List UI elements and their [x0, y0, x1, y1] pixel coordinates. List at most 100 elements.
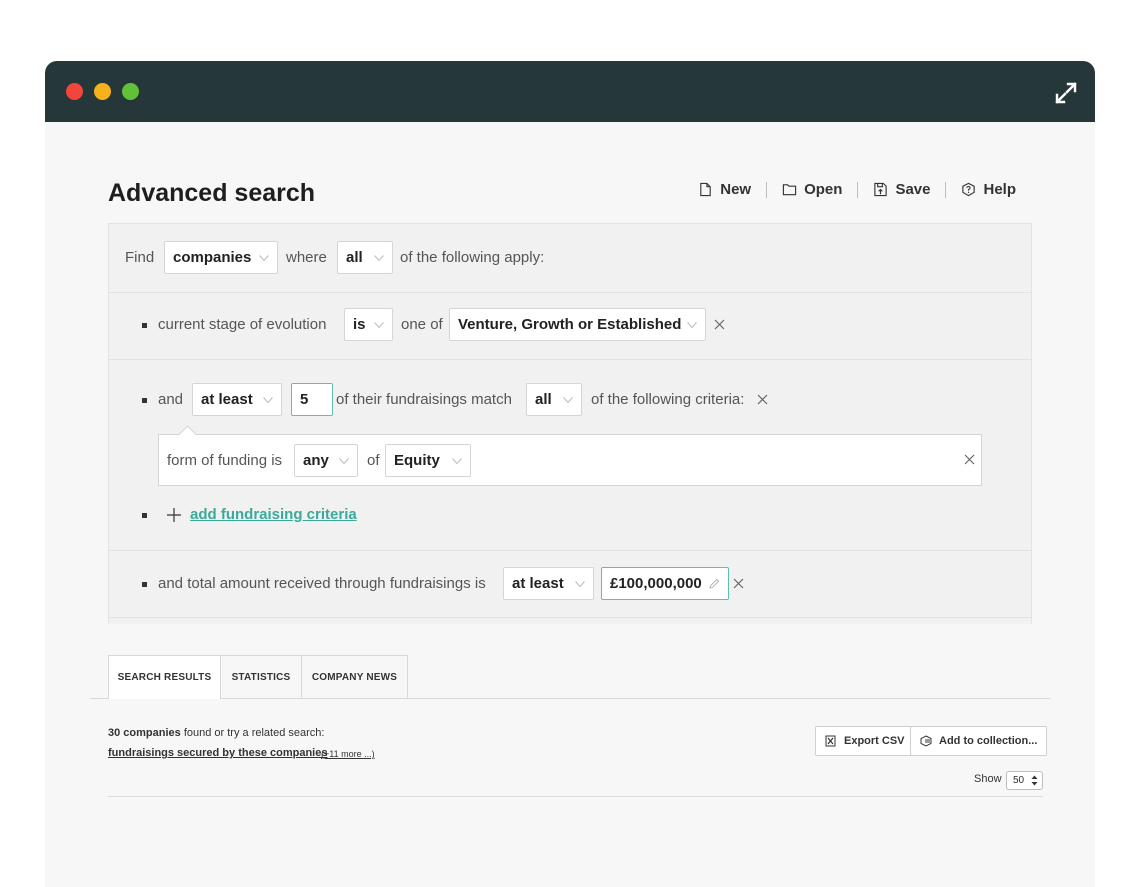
one-of-label: one of [401, 316, 443, 333]
chevron-down-icon [374, 321, 384, 328]
chevron-down-icon [687, 321, 697, 328]
fundraising-count-input[interactable]: 5 [291, 383, 333, 416]
fundraising-comparator-select[interactable]: at least [192, 383, 282, 416]
show-label: Show [974, 773, 1002, 785]
stage-operator-value: is [353, 316, 366, 333]
fundraising-quantifier-value: all [535, 391, 552, 408]
toolbar-divider [945, 181, 947, 198]
stage-criterion-row: current stage of evolution is one of Ven… [109, 292, 1031, 360]
toolbar: New Open Save Help [698, 181, 1016, 198]
more-related-searches-link[interactable]: (+11 more ...) [321, 749, 375, 759]
window-titlebar [45, 61, 1095, 122]
open-button[interactable]: Open [782, 181, 842, 198]
funding-quantifier-select[interactable]: any [294, 444, 358, 477]
criteria-panel: Find companies where all of the followin… [108, 223, 1032, 624]
close-window-button[interactable] [66, 83, 83, 100]
zoom-window-button[interactable] [122, 83, 139, 100]
fundraising-match-label: of their fundraisings match [336, 391, 512, 408]
chevron-down-icon [339, 457, 349, 464]
stage-value-select[interactable]: Venture, Growth or Established [449, 308, 706, 341]
fundraising-criterion-row: and at least 5 of their fundraisings mat… [109, 359, 1031, 551]
stage-operator-select[interactable]: is [344, 308, 393, 341]
fundraising-comparator-value: at least [201, 391, 253, 408]
help-button[interactable]: Help [961, 181, 1016, 198]
chevron-down-icon [452, 457, 462, 464]
funding-value: Equity [394, 452, 440, 469]
chevron-down-icon [374, 254, 384, 261]
results-found-text: found or try a related search: [180, 727, 325, 739]
list-bullet [142, 323, 147, 328]
fundraising-subcriteria-box: form of funding is any of Equity [158, 425, 982, 486]
select-arrows-icon [1031, 775, 1038, 786]
remove-funding-subcriterion-icon[interactable] [964, 454, 975, 465]
list-bullet [142, 513, 147, 518]
folder-icon [782, 184, 797, 196]
pencil-icon [709, 578, 720, 589]
results-count: 30 companies [108, 727, 181, 739]
list-bullet [142, 398, 147, 403]
toolbar-divider [766, 181, 768, 198]
toolbar-divider [857, 181, 859, 198]
collection-icon [920, 735, 932, 747]
funding-of-label: of [367, 452, 380, 469]
export-csv-icon [825, 735, 836, 747]
export-csv-label: Export CSV [844, 735, 905, 747]
funding-form-label: form of funding is [167, 452, 283, 469]
save-label: Save [895, 181, 931, 198]
total-amount-input[interactable]: £100,000,000 [601, 567, 729, 600]
total-amount-value: £100,000,000 [610, 575, 702, 592]
entity-select[interactable]: companies [164, 241, 278, 274]
remove-stage-criterion-icon[interactable] [714, 319, 725, 330]
quantifier-select[interactable]: all [337, 241, 393, 274]
tab-statistics[interactable]: STATISTICS [220, 655, 302, 698]
open-label: Open [804, 181, 843, 198]
and-label: and [158, 391, 184, 408]
tab-search-results[interactable]: SEARCH RESULTS [108, 655, 221, 699]
save-icon [874, 182, 888, 197]
results-divider [108, 796, 1043, 797]
add-to-collection-button[interactable]: Add to collection... [910, 726, 1048, 756]
results-tabs: SEARCH RESULTS STATISTICS COMPANY NEWS [90, 655, 1050, 699]
related-search-link[interactable]: fundraisings secured by these companies [108, 747, 327, 759]
funding-value-select[interactable]: Equity [385, 444, 471, 477]
browser-window: Advanced search New Open Save Help Find … [45, 61, 1095, 887]
save-button[interactable]: Save [873, 181, 930, 198]
page-size-select[interactable]: 50 [1006, 771, 1043, 790]
remove-fundraising-criterion-icon[interactable] [757, 394, 768, 405]
add-to-collection-label: Add to collection... [939, 735, 1038, 747]
results-summary: 30 companies found or try a related sear… [108, 727, 324, 739]
remove-total-criterion-icon[interactable] [733, 578, 744, 589]
find-label: Find [125, 249, 155, 266]
minimize-window-button[interactable] [94, 83, 111, 100]
stage-label: current stage of evolution [158, 316, 327, 333]
chevron-down-icon [575, 580, 585, 587]
chevron-down-icon [263, 396, 273, 403]
plus-icon[interactable] [167, 508, 181, 522]
help-label: Help [983, 181, 1016, 198]
fundraising-suffix: of the following criteria: [591, 391, 745, 408]
list-bullet [142, 582, 147, 587]
tab-company-news[interactable]: COMPANY NEWS [301, 655, 408, 698]
add-fundraising-criteria-link[interactable]: add fundraising criteria [190, 506, 357, 523]
export-csv-button[interactable]: Export CSV [815, 726, 915, 756]
total-amount-criterion-row: and total amount received through fundra… [109, 550, 1031, 618]
find-suffix: of the following apply: [400, 249, 545, 266]
new-label: New [720, 181, 752, 198]
total-comparator-value: at least [512, 575, 564, 592]
find-row: Find companies where all of the followin… [109, 224, 1031, 293]
help-icon [962, 182, 976, 197]
funding-quantifier-value: any [303, 452, 329, 469]
chevron-down-icon [259, 254, 269, 261]
total-comparator-select[interactable]: at least [503, 567, 594, 600]
chevron-down-icon [563, 396, 573, 403]
stage-value: Venture, Growth or Established [458, 316, 682, 333]
subbox-notch [178, 425, 197, 444]
fundraising-quantifier-select[interactable]: all [526, 383, 582, 416]
page-size-value: 50 [1013, 775, 1025, 786]
new-button[interactable]: New [698, 181, 751, 198]
fundraising-count-value: 5 [300, 391, 309, 408]
where-label: where [286, 249, 327, 266]
expand-icon[interactable] [1054, 81, 1078, 105]
quantifier-value: all [346, 249, 363, 266]
entity-value: companies [173, 249, 252, 266]
